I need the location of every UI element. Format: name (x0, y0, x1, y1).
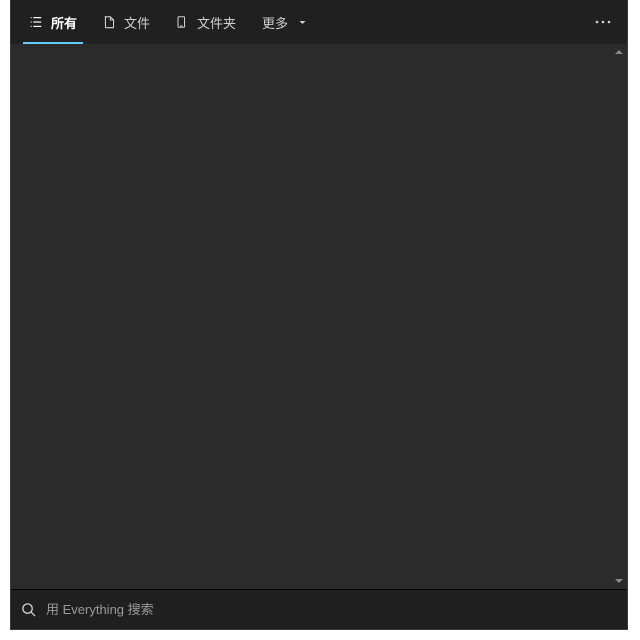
tab-all[interactable]: 所有 (17, 0, 89, 44)
scroll-up-button[interactable] (611, 44, 627, 60)
search-bar (11, 589, 627, 629)
tab-folder[interactable]: 文件夹 (164, 0, 248, 44)
tab-label: 文件 (124, 13, 150, 32)
tab-label: 文件夹 (197, 13, 236, 32)
tab-label: 所有 (51, 13, 77, 32)
search-input[interactable] (46, 590, 617, 629)
scroll-down-button[interactable] (611, 573, 627, 589)
chevron-down-icon (298, 18, 307, 27)
tab-bar: 所有 文件 文件夹 更多 (11, 0, 627, 44)
folder-icon (176, 15, 189, 29)
chevron-up-icon (615, 48, 623, 56)
search-icon (21, 602, 36, 617)
vertical-scrollbar[interactable] (611, 44, 627, 589)
file-icon (103, 15, 116, 29)
app-window: 所有 文件 文件夹 更多 (10, 0, 628, 630)
more-button[interactable]: 更多 (250, 0, 319, 44)
tab-file[interactable]: 文件 (91, 0, 162, 44)
chevron-down-icon (615, 577, 623, 585)
ellipsis-icon (595, 20, 611, 24)
overflow-button[interactable] (585, 0, 621, 44)
list-icon (29, 15, 43, 29)
content-area (11, 44, 627, 589)
results-pane (11, 44, 611, 589)
more-label: 更多 (262, 13, 288, 32)
